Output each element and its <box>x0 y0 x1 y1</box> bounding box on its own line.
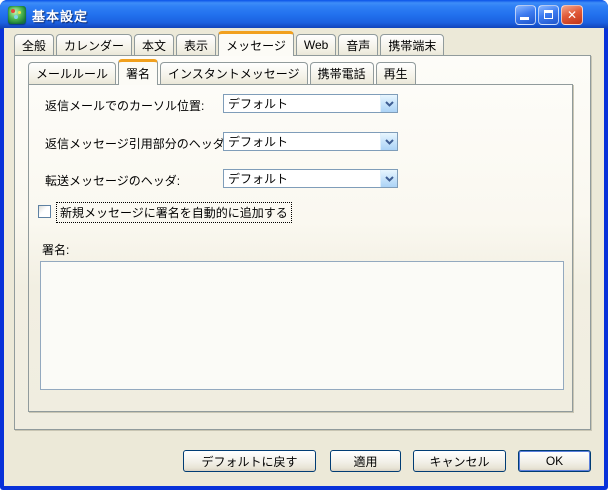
tab-calendar[interactable]: カレンダー <box>56 34 133 55</box>
apply-button[interactable]: 適用 <box>330 450 401 472</box>
reset-to-default-button[interactable]: デフォルトに戻す <box>183 450 316 472</box>
auto-signature-checkbox[interactable] <box>38 205 51 218</box>
reply-quote-header-combobox[interactable]: デフォルト <box>223 132 398 151</box>
auto-signature-checkbox-label[interactable]: 新規メッセージに署名を自動的に追加する <box>56 202 292 223</box>
tab-general[interactable]: 全般 <box>14 34 55 55</box>
ok-button[interactable]: OK <box>518 450 591 472</box>
close-icon: ✕ <box>566 8 578 22</box>
dropdown-arrow-icon[interactable] <box>380 133 397 150</box>
tab-sound[interactable]: 音声 <box>338 34 379 55</box>
dropdown-arrow-icon[interactable] <box>380 170 397 187</box>
signature-label: 署名: <box>42 243 70 257</box>
forward-header-combobox[interactable]: デフォルト <box>223 169 398 188</box>
combobox-value: デフォルト <box>228 172 289 186</box>
tab-display[interactable]: 表示 <box>176 34 217 55</box>
tab-mail-rules[interactable]: メールルール <box>28 62 117 84</box>
maximize-icon <box>544 10 553 19</box>
title-bar[interactable]: 基本設定 ✕ <box>0 0 608 29</box>
tab-mobile-phone[interactable]: 携帯電話 <box>309 62 374 84</box>
reply-cursor-position-combobox[interactable]: デフォルト <box>223 94 398 113</box>
primary-tab-strip: 全般 カレンダー 本文 表示 メッセージ Web 音声 携帯端末 <box>14 31 446 56</box>
close-button[interactable]: ✕ <box>561 5 583 25</box>
tab-web[interactable]: Web <box>295 34 337 55</box>
minimize-button[interactable] <box>515 5 536 25</box>
combobox-value: デフォルト <box>228 97 289 111</box>
app-icon <box>8 6 26 24</box>
forward-header-label: 転送メッセージのヘッダ: <box>45 174 181 188</box>
dropdown-arrow-icon[interactable] <box>380 95 397 112</box>
maximize-button[interactable] <box>538 5 559 25</box>
window-title: 基本設定 <box>32 9 89 24</box>
reply-cursor-position-label: 返信メールでのカーソル位置: <box>45 99 205 113</box>
cancel-button[interactable]: キャンセル <box>413 450 506 472</box>
tab-instant-message[interactable]: インスタントメッセージ <box>160 62 308 84</box>
tab-playback[interactable]: 再生 <box>375 62 416 84</box>
secondary-tab-strip: メールルール 署名 インスタントメッセージ 携帯電話 再生 <box>28 59 418 85</box>
tab-message[interactable]: メッセージ <box>218 31 294 56</box>
reply-quote-header-label: 返信メッセージ引用部分のヘッダ: <box>45 137 229 151</box>
combobox-value: デフォルト <box>228 135 289 149</box>
tab-body-text[interactable]: 本文 <box>134 34 175 55</box>
minimize-icon <box>520 17 529 20</box>
dialog-window: 基本設定 ✕ 全般 カレンダー 本文 表示 メッセージ Web 音声 携帯端末 … <box>0 0 608 490</box>
signature-textarea[interactable] <box>40 261 564 390</box>
tab-signature[interactable]: 署名 <box>118 59 159 85</box>
tab-mobile-device[interactable]: 携帯端末 <box>380 34 445 55</box>
